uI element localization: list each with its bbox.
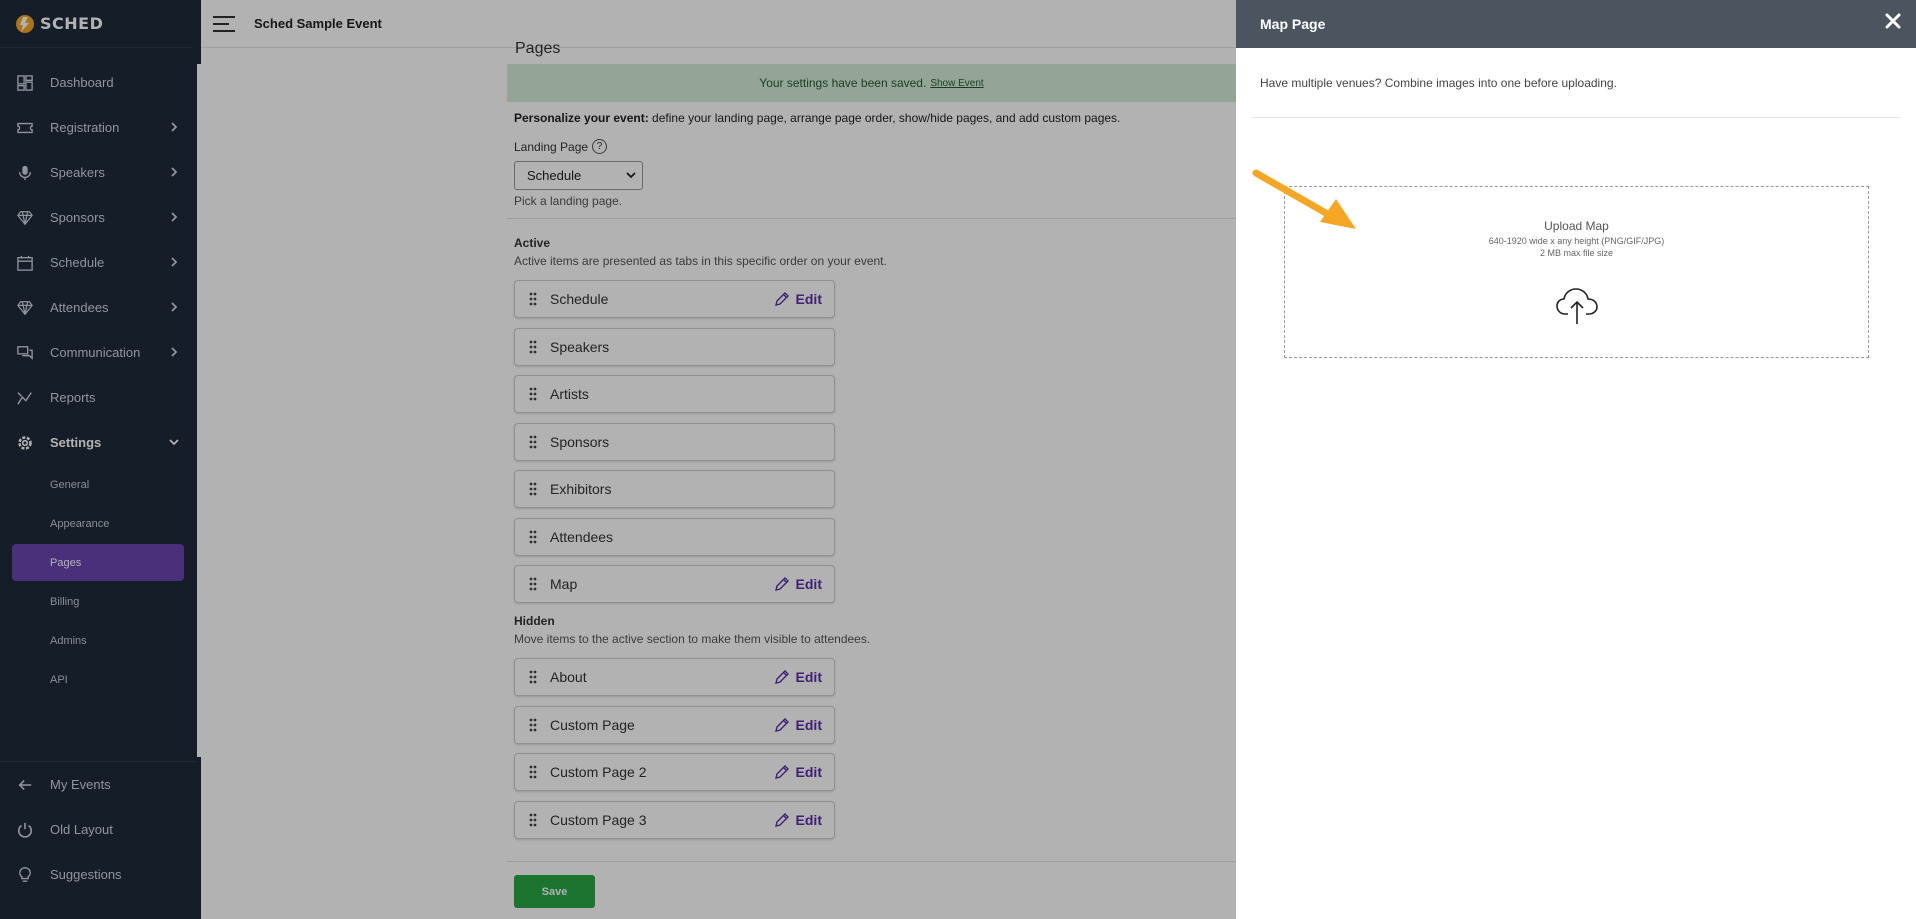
map-page-panel: Map Page Have multiple venues? Combine i… [1236, 0, 1916, 919]
modal-backdrop[interactable] [0, 0, 1236, 919]
upload-title: Upload Map [1544, 219, 1609, 233]
panel-description: Have multiple venues? Combine images int… [1260, 76, 1617, 90]
annotation-arrow-icon [1252, 169, 1356, 229]
panel-title: Map Page [1260, 16, 1326, 32]
upload-size-limit: 2 MB max file size [1539, 248, 1614, 258]
divider [1252, 117, 1900, 118]
upload-dimensions: 640-1920 wide x any height (PNG/GIF/JPG) [1488, 236, 1665, 246]
cloud-upload-icon [1555, 288, 1598, 324]
close-icon[interactable] [1882, 10, 1904, 32]
panel-header: Map Page [1236, 0, 1916, 48]
upload-map-dropzone[interactable]: Upload Map 640-1920 wide x any height (P… [1284, 186, 1869, 358]
